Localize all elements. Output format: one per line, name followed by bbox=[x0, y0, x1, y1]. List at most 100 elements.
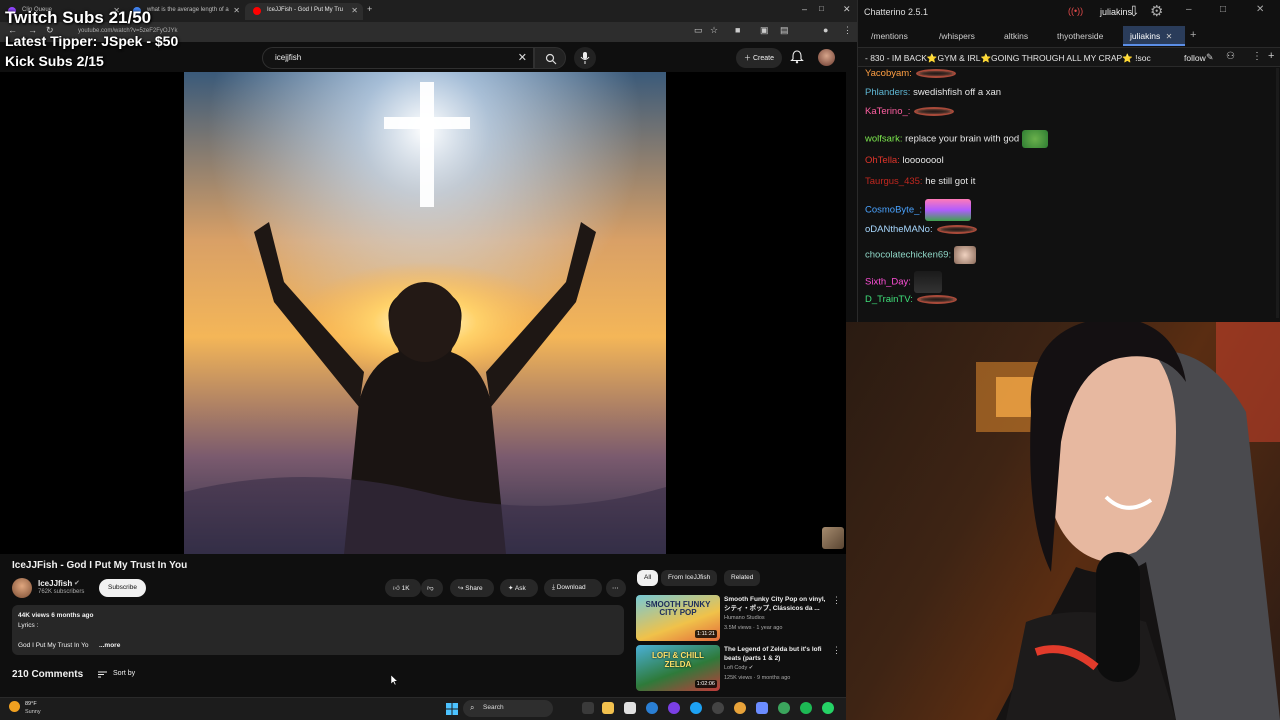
app-icon-blue[interactable] bbox=[756, 702, 768, 714]
recommendation-title[interactable]: Smooth Funky City Pop on vinyl, シティ・ポップ,… bbox=[724, 595, 832, 613]
chat-message[interactable]: OhTella: loooooool bbox=[865, 155, 944, 173]
chat-username[interactable]: oDANtheMANo: bbox=[865, 224, 933, 235]
recommendation-thumbnail[interactable]: LOFI & CHILL ZELDA 1:02:06 bbox=[636, 645, 720, 691]
close-tab-icon[interactable]: ✕ bbox=[1166, 32, 1173, 41]
chat-username[interactable]: CosmoByte_: bbox=[865, 205, 922, 216]
sort-by-button[interactable]: Sort by bbox=[113, 670, 135, 677]
spotify-icon[interactable] bbox=[800, 702, 812, 714]
add-tab-icon[interactable]: + bbox=[1190, 29, 1196, 41]
more-vertical-icon[interactable]: ⋮ bbox=[1252, 51, 1262, 62]
browser-menu-icon[interactable]: ⋮ bbox=[843, 25, 852, 36]
tab-whispers[interactable]: /whispers bbox=[932, 26, 982, 46]
task-view-icon[interactable] bbox=[582, 702, 594, 714]
recommendation-thumbnail[interactable]: SMOOTH FUNKY CITY POP 1:11:21 bbox=[636, 595, 720, 641]
search-button[interactable] bbox=[534, 47, 566, 69]
windows-start-icon[interactable] bbox=[446, 702, 458, 715]
new-tab-icon[interactable]: + bbox=[367, 4, 372, 14]
profile-icon[interactable]: ● bbox=[823, 25, 828, 35]
clear-search-icon[interactable]: ✕ bbox=[518, 51, 527, 64]
chat-message[interactable]: chocolatechicken69: bbox=[865, 246, 977, 264]
maximize-icon[interactable]: □ bbox=[1220, 4, 1226, 15]
settings-gear-icon[interactable]: ⚙ bbox=[1150, 2, 1163, 20]
chat-scrollbar[interactable] bbox=[1276, 68, 1279, 318]
close-icon[interactable]: ✕ bbox=[233, 6, 240, 15]
browser-tab-youtube[interactable]: IceJJFish - God I Put My Tru ✕ bbox=[245, 3, 363, 20]
chat-username[interactable]: wolfsark: bbox=[865, 134, 902, 145]
app-icon-purple[interactable] bbox=[668, 702, 680, 714]
more-vertical-icon[interactable]: ⋮ bbox=[832, 645, 841, 656]
minimize-icon[interactable]: – bbox=[1186, 4, 1192, 15]
chat-username[interactable]: chocolatechicken69: bbox=[865, 250, 951, 261]
channel-avatar[interactable] bbox=[12, 578, 32, 598]
share-button[interactable]: ↪ Share bbox=[450, 579, 494, 597]
show-more-link[interactable]: ...more bbox=[99, 642, 120, 649]
cast-icon[interactable]: ▭ bbox=[694, 25, 703, 36]
account-avatar[interactable] bbox=[818, 49, 835, 66]
more-vertical-icon[interactable]: ⋮ bbox=[832, 595, 841, 606]
users-icon[interactable]: ⚇ bbox=[1226, 51, 1235, 62]
chat-message[interactable]: CosmoByte_: bbox=[865, 199, 972, 221]
recommendation-item[interactable]: SMOOTH FUNKY CITY POP 1:11:21 Smooth Fun… bbox=[636, 595, 846, 643]
minimize-icon[interactable]: – bbox=[802, 4, 807, 14]
chip-all[interactable]: All bbox=[637, 570, 659, 586]
create-button[interactable]: ＋ Create bbox=[736, 48, 782, 68]
chat-username[interactable]: Sixth_Day: bbox=[865, 277, 911, 288]
recommendation-channel[interactable]: Humano Studios bbox=[724, 615, 765, 621]
chip-related[interactable]: Related bbox=[724, 570, 761, 586]
update-download-icon[interactable]: ⇩ bbox=[1128, 3, 1140, 20]
chat-username[interactable]: Phlanders: bbox=[865, 87, 910, 98]
store-icon[interactable] bbox=[624, 702, 636, 714]
like-button[interactable]: 👍︎ 1K bbox=[385, 579, 421, 597]
chrome-active-icon[interactable] bbox=[778, 702, 790, 714]
more-actions-button[interactable]: ⋯ bbox=[606, 579, 626, 597]
chrome-icon[interactable] bbox=[734, 702, 746, 714]
tab-mentions[interactable]: /mentions bbox=[864, 26, 915, 46]
chat-username[interactable]: KaTerino_: bbox=[865, 106, 910, 117]
chat-message[interactable]: Sixth_Day: bbox=[865, 271, 942, 293]
recommendation-channel[interactable]: Lofi Cody ✔ bbox=[724, 665, 753, 671]
subscribe-button[interactable]: Subscribe bbox=[99, 579, 146, 597]
sort-icon[interactable] bbox=[98, 671, 107, 678]
weather-sun-icon[interactable] bbox=[9, 701, 20, 712]
search-input[interactable]: icejjfish ✕ bbox=[262, 47, 534, 69]
recommendation-title[interactable]: The Legend of Zelda but it's lofi beats … bbox=[724, 645, 832, 663]
chat-username[interactable]: OhTella: bbox=[865, 155, 900, 166]
app-icon-github[interactable] bbox=[712, 702, 724, 714]
edit-pencil-icon[interactable]: ✎ bbox=[1206, 52, 1214, 63]
close-window-icon[interactable]: ✕ bbox=[1256, 4, 1264, 15]
notifications-bell-icon[interactable] bbox=[790, 50, 804, 64]
maximize-icon[interactable]: □ bbox=[819, 4, 824, 13]
app-icon-c[interactable] bbox=[646, 702, 658, 714]
chat-username[interactable]: Yacobyam: bbox=[865, 68, 912, 79]
whatsapp-icon[interactable] bbox=[822, 702, 834, 714]
follow-button[interactable]: follow bbox=[1184, 53, 1206, 63]
chat-message[interactable]: D_TrainTV: bbox=[865, 294, 957, 312]
voice-search-button[interactable] bbox=[574, 47, 596, 69]
tab-juliakins[interactable]: juliakins ✕ bbox=[1123, 26, 1185, 46]
close-window-icon[interactable]: ✕ bbox=[843, 4, 851, 15]
channel-name[interactable]: IceJJfish bbox=[38, 579, 72, 588]
chat-username[interactable]: D_TrainTV: bbox=[865, 294, 913, 305]
tab-thyotherside[interactable]: thyotherside bbox=[1050, 26, 1110, 46]
recommendation-item[interactable]: LOFI & CHILL ZELDA 1:02:06 The Legend of… bbox=[636, 645, 846, 693]
bookmark-star-icon[interactable]: ☆ bbox=[710, 25, 718, 36]
file-explorer-icon[interactable] bbox=[602, 702, 614, 714]
sidebar-icon[interactable]: ▤ bbox=[780, 25, 789, 36]
edge-icon[interactable] bbox=[690, 702, 702, 714]
chip-from-channel[interactable]: From IceJJfish bbox=[661, 570, 718, 586]
taskbar-search[interactable]: ⌕ Search bbox=[463, 700, 553, 717]
tab-altkins[interactable]: altkins bbox=[997, 26, 1035, 46]
chat-message[interactable]: Taurgus_435: he still got it bbox=[865, 176, 975, 194]
chat-message[interactable]: KaTerino_: bbox=[865, 106, 955, 124]
add-split-icon[interactable]: + bbox=[1268, 50, 1274, 62]
chat-message[interactable]: Yacobyam: bbox=[865, 68, 956, 86]
chat-message[interactable]: oDANtheMANo: bbox=[865, 224, 977, 242]
ask-button[interactable]: ✦ Ask bbox=[500, 579, 538, 597]
chat-message[interactable]: Phlanders: swedishfish off a xan bbox=[865, 87, 1001, 105]
extensions-puzzle-icon[interactable]: ▣ bbox=[760, 25, 769, 36]
chat-message[interactable]: wolfsark: replace your brain with god bbox=[865, 130, 1049, 148]
download-button[interactable]: ⤓ Download bbox=[544, 579, 602, 597]
chat-username[interactable]: Taurgus_435: bbox=[865, 176, 923, 187]
extension-icon[interactable]: ■ bbox=[735, 25, 740, 35]
close-icon[interactable]: ✕ bbox=[351, 6, 358, 15]
